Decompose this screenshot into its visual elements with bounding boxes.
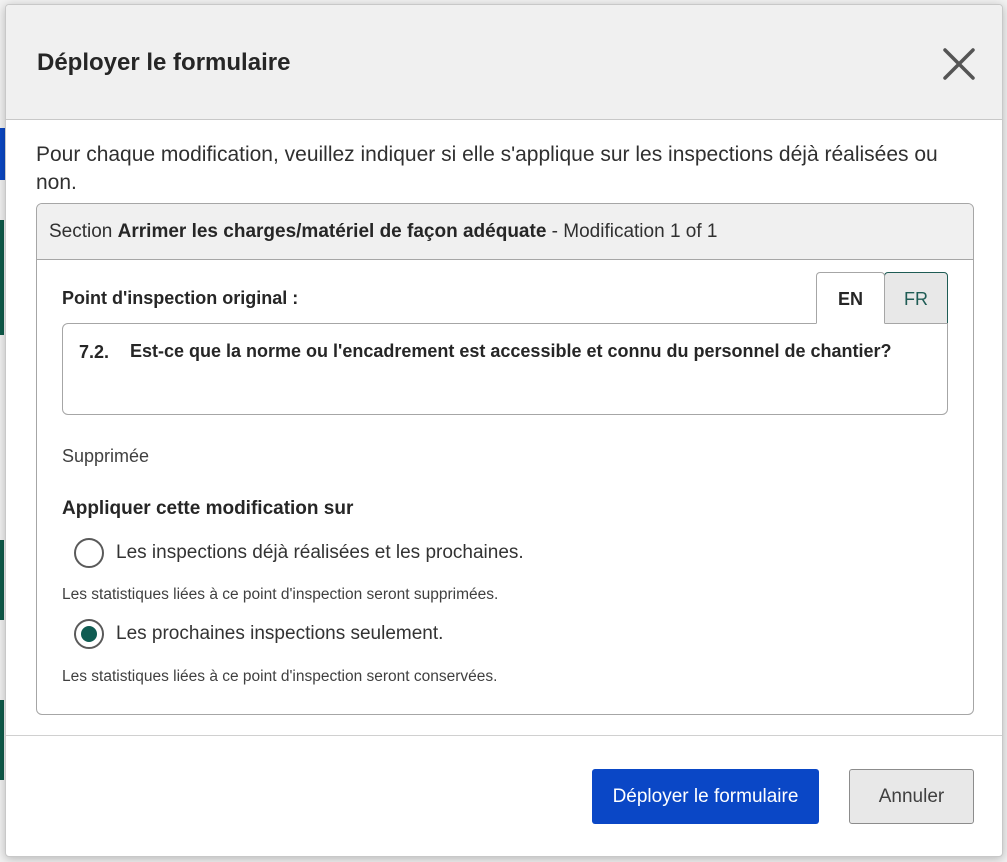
option-label: Les prochaines inspections seulement. [116,623,444,644]
question-box: 7.2. Est-ce que la norme ou l'encadremen… [62,323,948,415]
dialog-title: Déployer le formulaire [37,49,291,76]
section-prefix: Section [49,221,113,242]
deploy-button[interactable]: Déployer le formulaire [592,769,819,824]
option-future-inspections[interactable]: Les prochaines inspections seulement. [74,619,443,649]
apply-label: Appliquer cette modification sur [62,498,354,519]
modification-card: Section Arrimer les charges/matériel de … [36,203,974,715]
deploy-form-dialog: Déployer le formulaire Pour chaque modif… [5,4,1003,857]
dialog-header: Déployer le formulaire [6,5,1002,120]
intro-text: Pour chaque modification, veuillez indiq… [36,143,938,194]
original-point-label: Point d'inspection original : [62,288,299,308]
question-number: 7.2. [79,342,110,362]
section-header: Section Arrimer les charges/matériel de … [37,204,973,260]
close-button[interactable] [940,45,978,83]
modification-status: Supprimée [62,446,150,466]
modification-counter: - Modification 1 of 1 [551,221,718,242]
background-stripe [0,220,4,335]
tab-fr[interactable]: FR [884,272,948,324]
section-name: Arrimer les charges/matériel de façon ad… [117,221,547,242]
background-stripe [0,700,4,780]
background-stripe [0,540,4,620]
cancel-button[interactable]: Annuler [849,769,974,824]
footer-divider [6,735,1002,736]
option-all-inspections[interactable]: Les inspections déjà réalisées et les pr… [74,538,524,568]
option-hint: Les statistiques liées à ce point d'insp… [62,586,499,603]
tab-en[interactable]: EN [816,272,885,324]
option-label: Les inspections déjà réalisées et les pr… [116,542,524,563]
radio-button[interactable] [74,538,104,568]
question-text: Est-ce que la norme ou l'encadrement est… [130,341,892,361]
option-hint: Les statistiques liées à ce point d'insp… [62,668,498,685]
close-icon [943,48,975,80]
radio-button-checked[interactable] [74,619,104,649]
